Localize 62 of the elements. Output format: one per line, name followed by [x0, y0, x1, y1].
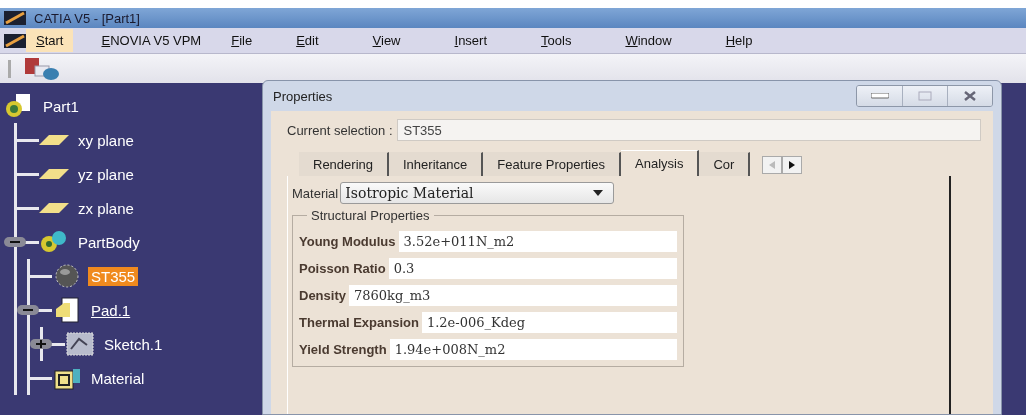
tree-item[interactable]: PartBody: [75, 232, 143, 252]
expand-toggle[interactable]: [30, 339, 52, 349]
app-logo-icon: [4, 11, 26, 25]
menu-item[interactable]: Window: [615, 29, 682, 52]
close-button[interactable]: [947, 86, 992, 106]
maximize-icon: [918, 91, 932, 101]
field-label: Yield Strength: [299, 342, 387, 357]
caret-icon: [593, 190, 604, 196]
tab[interactable]: Cor: [699, 152, 751, 176]
dialog-title: Properties: [273, 88, 333, 104]
tab[interactable]: Feature Properties: [483, 152, 621, 176]
plane-icon: [39, 135, 69, 145]
menu-item[interactable]: ENOVIA V5 VPM: [91, 29, 212, 52]
material-dropdown[interactable]: Isotropic Material: [340, 182, 615, 204]
input-field[interactable]: 1.94e+008N_m2: [389, 339, 677, 360]
scroll-right-button[interactable]: [782, 156, 803, 174]
menu-item[interactable]: Start: [26, 29, 74, 52]
tab[interactable]: Rendering: [299, 152, 389, 176]
app-logo-icon: [4, 33, 26, 48]
field-label: Material: [292, 185, 339, 201]
plane-icon: [39, 169, 69, 179]
input-field[interactable]: 3.52e+011N_m2: [398, 231, 677, 252]
field-label: Young Modulus: [299, 234, 396, 249]
plane-icon: [39, 203, 69, 213]
menu-item[interactable]: Help: [715, 29, 763, 52]
tree-item[interactable]: zx plane: [75, 198, 137, 218]
tree-item[interactable]: Sketch.1: [101, 334, 166, 354]
plus-icon: [35, 340, 47, 348]
minimize-icon: [870, 93, 889, 99]
sphere-icon: [52, 263, 82, 289]
tree-item[interactable]: yz plane: [75, 164, 137, 184]
menu-item[interactable]: Tools: [531, 29, 582, 52]
tree-item[interactable]: Material: [88, 368, 148, 388]
menu-item[interactable]: File: [221, 29, 263, 52]
tree-item[interactable]: Pad.1: [88, 300, 134, 320]
right-arrow-icon: [789, 161, 796, 169]
toolbar-grip-icon: [8, 59, 11, 78]
input-field[interactable]: 7860kg_m3: [348, 285, 677, 306]
expand-toggle[interactable]: [17, 305, 39, 315]
close-icon: [963, 91, 977, 101]
tab[interactable]: Inheritance: [389, 152, 484, 176]
left-arrow-icon: [769, 161, 776, 169]
sketch-icon: [65, 331, 95, 357]
current-selection-field[interactable]: ST355: [396, 119, 981, 141]
field-label: Current selection :: [287, 122, 393, 138]
field-label: Thermal Expansion: [299, 315, 419, 330]
input-field[interactable]: 1.2e-006_Kdeg: [421, 312, 677, 333]
window-title: CATIA V5 - [Part1]: [34, 10, 140, 26]
tab[interactable]: Analysis: [621, 150, 700, 176]
menu-item[interactable]: View: [362, 29, 411, 52]
tree-item[interactable]: xy plane: [75, 130, 137, 150]
menu-item[interactable]: Insert: [444, 29, 498, 52]
menu-item[interactable]: Edit: [286, 29, 329, 52]
minus-icon: [22, 306, 34, 314]
group-title: Structural Properties: [310, 208, 431, 223]
field-label: Density: [299, 288, 346, 303]
minus-icon: [9, 238, 21, 246]
field-label: Poisson Ratio: [299, 261, 386, 276]
input-field[interactable]: 0.3: [388, 258, 677, 279]
expand-toggle[interactable]: [4, 237, 26, 247]
gears-icon: [39, 229, 69, 255]
tree-item[interactable]: Part1: [40, 96, 82, 116]
